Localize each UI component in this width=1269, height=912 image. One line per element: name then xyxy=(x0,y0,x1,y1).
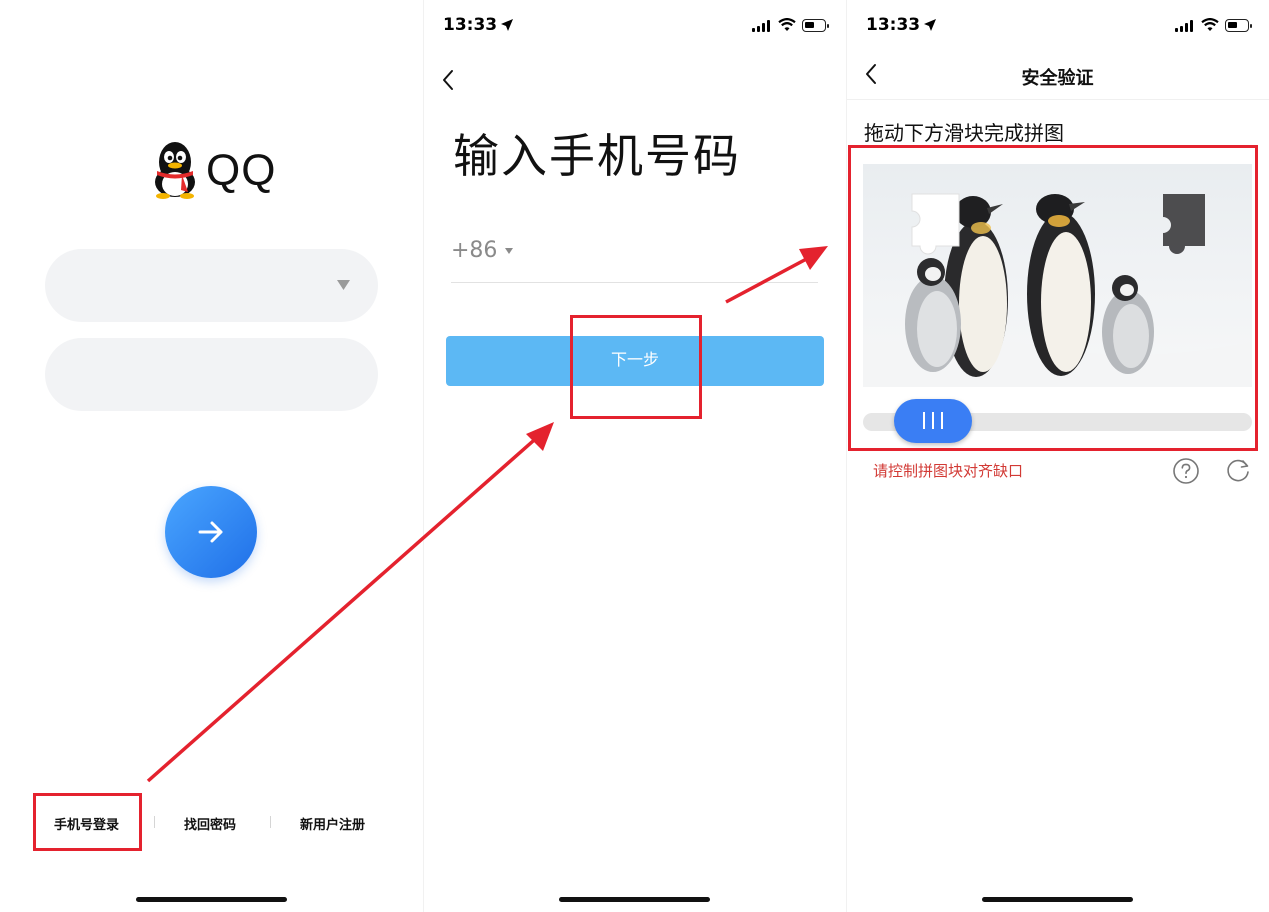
puzzle-image xyxy=(863,164,1252,387)
qq-logo: QQ xyxy=(148,138,288,202)
status-icons xyxy=(1153,18,1253,34)
login-footer-links: 手机号登录 找回密码 新用户注册 xyxy=(0,810,423,836)
security-verify-screen: 13:33 安全验证 拖动下方滑块完成拼图 请控制拼图块对齐缺口 xyxy=(846,0,1269,912)
panel-divider xyxy=(846,0,847,912)
next-button[interactable]: 下一步 xyxy=(446,336,824,386)
status-time: 13:33 xyxy=(866,15,937,35)
refresh-icon[interactable] xyxy=(1224,457,1252,485)
forgot-password-link[interactable]: 找回密码 xyxy=(184,814,236,833)
password-input[interactable] xyxy=(45,338,378,411)
back-chevron-icon[interactable] xyxy=(441,68,455,92)
dropdown-triangle-icon[interactable] xyxy=(337,280,350,290)
phone-number-input[interactable] xyxy=(451,282,818,283)
battery-icon xyxy=(802,19,829,32)
wifi-icon xyxy=(1201,18,1219,31)
wifi-icon xyxy=(778,18,796,31)
status-icons xyxy=(730,18,830,34)
status-time: 13:33 xyxy=(443,15,514,35)
nav-bar: 安全验证 xyxy=(846,52,1269,100)
location-arrow-icon xyxy=(924,19,937,31)
slider-handle[interactable] xyxy=(894,399,972,443)
battery-icon xyxy=(1225,19,1252,32)
home-indicator xyxy=(982,897,1133,902)
status-bar: 13:33 xyxy=(866,14,1253,38)
country-code-select[interactable]: +86 xyxy=(451,238,514,263)
error-message: 请控制拼图块对齐缺口 xyxy=(873,462,1024,480)
signal-icon xyxy=(752,20,772,32)
register-link[interactable]: 新用户注册 xyxy=(300,814,365,833)
home-indicator xyxy=(136,897,287,902)
dropdown-triangle-icon xyxy=(505,248,514,254)
page-title: 输入手机号码 xyxy=(453,129,741,183)
phone-login-link[interactable]: 手机号登录 xyxy=(54,814,119,833)
divider xyxy=(154,816,155,828)
puzzle-instruction: 拖动下方滑块完成拼图 xyxy=(864,121,1064,145)
panel-divider xyxy=(423,0,424,912)
nav-title: 安全验证 xyxy=(1021,68,1094,89)
app-name: QQ xyxy=(206,146,277,195)
penguins-image xyxy=(863,193,1252,387)
phone-input-screen: 13:33 输入手机号码 +86 下一步 xyxy=(423,0,846,912)
location-arrow-icon xyxy=(501,19,514,31)
divider xyxy=(270,816,271,828)
status-bar: 13:33 xyxy=(443,14,830,38)
next-button-label: 下一步 xyxy=(610,352,659,369)
help-circle-icon[interactable] xyxy=(1172,457,1200,485)
account-input[interactable] xyxy=(45,249,378,322)
qq-penguin-icon xyxy=(155,142,195,199)
arrow-right-icon xyxy=(198,521,223,543)
login-screen: QQ 手机号登录 找回密码 新用户注册 xyxy=(0,0,423,912)
signal-icon xyxy=(1175,20,1195,32)
login-button[interactable] xyxy=(165,486,257,578)
home-indicator xyxy=(559,897,710,902)
